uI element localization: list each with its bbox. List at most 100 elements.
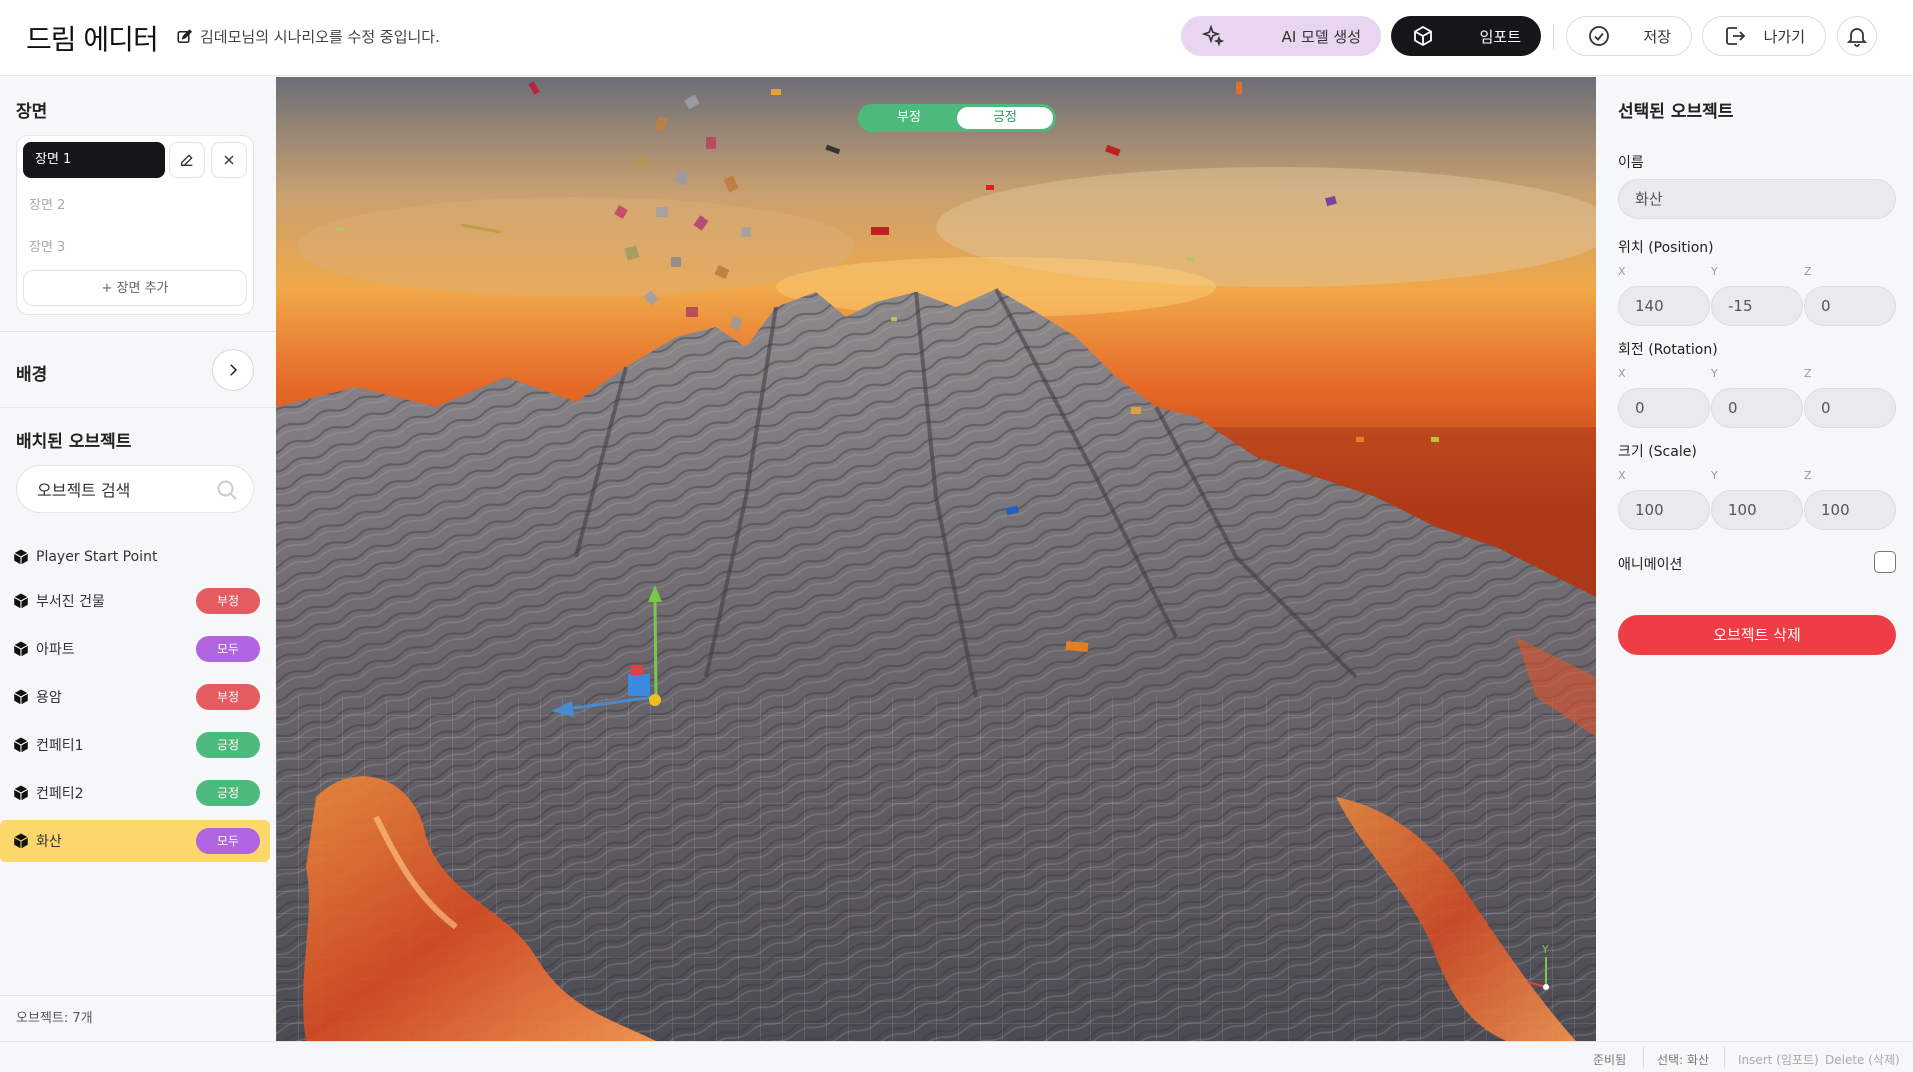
name-label: 이름 <box>1618 155 1644 171</box>
chevron-right-icon <box>230 364 238 376</box>
axis-z-label: Z <box>1804 469 1812 482</box>
scale-label: 크기 (Scale) <box>1618 444 1697 460</box>
delete-scene-button[interactable] <box>211 142 247 178</box>
scene-item-active[interactable]: 장면 1 <box>23 142 165 178</box>
status-insert-hint: Insert (임포트) <box>1738 1053 1819 1067</box>
ai-model-label: AI 모델 생성 <box>1281 27 1361 46</box>
left-sidebar: 장면 장면 1 장면 2 장면 3 + 장면 추가 배경 배치된 오브젝트 Pl… <box>0 77 276 1041</box>
logout-icon <box>1726 27 1746 45</box>
import-label: 임포트 <box>1479 27 1521 46</box>
status-bar: 준비됨 선택: 화산 Insert (임포트) Delete (삭제) <box>0 1041 1913 1072</box>
position-z-field[interactable]: 0 <box>1804 286 1896 326</box>
edit-icon <box>177 28 193 43</box>
toggle-negative[interactable]: 부정 <box>861 107 957 129</box>
header-divider <box>1553 24 1554 50</box>
app-title: 드림 에디터 <box>26 23 159 56</box>
object-name: 컨페티2 <box>36 786 84 802</box>
status-badge: 긍정 <box>196 732 260 758</box>
exit-button[interactable]: 나가기 <box>1702 16 1826 56</box>
background-title: 배경 <box>16 365 48 385</box>
axis-y-label: Y <box>1711 265 1718 278</box>
inspector-title: 선택된 오브젝트 <box>1618 102 1734 122</box>
search-icon[interactable] <box>215 478 239 502</box>
position-x-field[interactable]: 140 <box>1618 286 1710 326</box>
object-name: 용암 <box>36 690 62 706</box>
close-icon <box>224 155 234 165</box>
exit-label: 나가기 <box>1763 27 1805 46</box>
object-row-player-start[interactable]: Player Start Point <box>0 536 270 578</box>
scene-item[interactable]: 장면 3 <box>29 236 65 255</box>
cube-icon <box>13 785 29 801</box>
cube-icon <box>13 593 29 609</box>
object-row-confetti2[interactable]: 컨페티2 긍정 <box>0 772 270 814</box>
divider <box>0 331 276 332</box>
status-divider <box>1724 1046 1725 1068</box>
object-row-lava[interactable]: 용암 부정 <box>0 676 270 718</box>
sparkle-icon <box>1201 24 1225 47</box>
import-button[interactable]: 임포트 <box>1391 16 1541 56</box>
axis-x-label: X <box>1618 265 1626 278</box>
pencil-icon <box>181 154 193 166</box>
scale-x-field[interactable]: 100 <box>1618 490 1710 530</box>
rename-scene-button[interactable] <box>169 142 205 178</box>
object-search-input[interactable] <box>37 478 207 502</box>
bell-icon <box>1846 28 1868 47</box>
emotion-toggle[interactable]: 부정 긍정 <box>858 104 1056 132</box>
gizmo-axis-label: Y <box>1542 943 1549 956</box>
axis-x-label: X <box>1618 469 1626 482</box>
divider <box>0 407 276 408</box>
scenes-title: 장면 <box>16 102 48 122</box>
divider <box>0 995 276 996</box>
cube-icon <box>13 549 29 565</box>
status-badge: 모두 <box>196 636 260 662</box>
axis-y-label: Y <box>1711 469 1718 482</box>
rotation-x-field[interactable]: 0 <box>1618 388 1710 428</box>
rotation-z-field[interactable]: 0 <box>1804 388 1896 428</box>
notification-button[interactable] <box>1837 16 1877 56</box>
check-circle-icon <box>1589 26 1609 46</box>
name-field[interactable]: 화산 <box>1618 179 1896 219</box>
add-scene-button[interactable]: + 장면 추가 <box>23 270 247 306</box>
position-y-field[interactable]: -15 <box>1711 286 1803 326</box>
object-name: 화산 <box>36 834 62 850</box>
status-delete-hint: Delete (삭제) <box>1825 1053 1900 1067</box>
ai-model-button[interactable]: AI 모델 생성 <box>1181 16 1381 56</box>
position-label: 위치 (Position) <box>1618 240 1714 256</box>
object-name: Player Start Point <box>36 549 158 565</box>
delete-object-button[interactable]: 오브젝트 삭제 <box>1618 615 1896 655</box>
3d-viewport[interactable]: Y 부정 긍정 <box>276 77 1596 1041</box>
axis-z-label: Z <box>1804 265 1812 278</box>
status-badge: 부정 <box>196 684 260 710</box>
scene-list: 장면 1 장면 2 장면 3 + 장면 추가 <box>16 135 254 315</box>
status-ready: 준비됨 <box>1593 1053 1627 1067</box>
status-badge: 부정 <box>196 588 260 614</box>
status-badge: 긍정 <box>196 780 260 806</box>
status-badge: 모두 <box>196 828 260 854</box>
cube-icon <box>13 737 29 753</box>
animation-label: 애니메이션 <box>1618 557 1683 573</box>
volcano-scene[interactable] <box>276 77 1596 1041</box>
object-row-apartment[interactable]: 아파트 모두 <box>0 628 270 670</box>
rotation-y-field[interactable]: 0 <box>1711 388 1803 428</box>
animation-checkbox[interactable] <box>1874 551 1896 573</box>
axis-z-label: Z <box>1804 367 1812 380</box>
top-bar: 드림 에디터 김데모님의 시나리오를 수정 중입니다. AI 모델 생성 임포트… <box>0 0 1913 76</box>
save-button[interactable]: 저장 <box>1566 16 1692 56</box>
object-row-volcano[interactable]: 화산 모두 <box>0 820 270 862</box>
scale-y-field[interactable]: 100 <box>1711 490 1803 530</box>
object-name: 아파트 <box>36 642 75 658</box>
object-row-confetti1[interactable]: 컨페티1 긍정 <box>0 724 270 766</box>
cube-icon <box>13 641 29 657</box>
cube-icon <box>13 689 29 705</box>
save-label: 저장 <box>1643 27 1671 46</box>
toggle-positive[interactable]: 긍정 <box>957 107 1053 129</box>
object-search <box>16 465 254 513</box>
scale-z-field[interactable]: 100 <box>1804 490 1896 530</box>
inspector-panel: 선택된 오브젝트 이름 화산 위치 (Position) X Y Z 140 -… <box>1596 77 1913 1041</box>
scene-item[interactable]: 장면 2 <box>29 194 65 213</box>
object-count: 오브젝트: 7개 <box>16 1011 93 1026</box>
object-row-broken-building[interactable]: 부서진 건물 부정 <box>0 580 270 622</box>
background-expand-button[interactable] <box>212 349 254 391</box>
status-selection: 선택: 화산 <box>1657 1053 1710 1067</box>
edit-note-text: 김데모님의 시나리오를 수정 중입니다. <box>200 28 440 46</box>
